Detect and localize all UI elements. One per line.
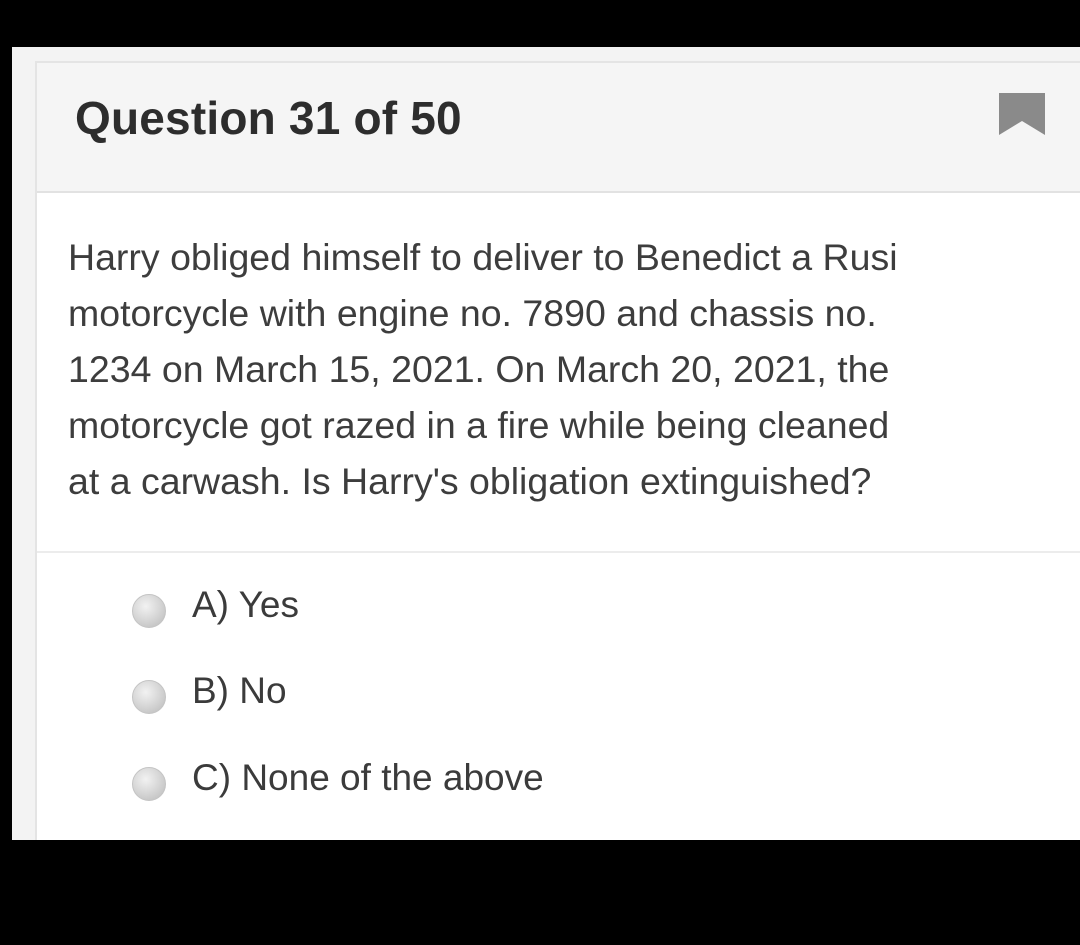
question-card: Question 31 of 50 Harry obliged himself … (35, 61, 1080, 840)
question-text-line: Harry obliged himself to deliver to Bene… (68, 236, 898, 278)
bookmark-icon[interactable] (997, 91, 1047, 137)
option-a-radio[interactable] (132, 594, 166, 628)
option-c-radio[interactable] (132, 767, 166, 801)
option-b-label: B) No (192, 670, 287, 711)
question-header: Question 31 of 50 (37, 63, 1080, 193)
option-a[interactable]: A) Yes (132, 576, 832, 636)
question-text-line: motorcycle with engine no. 7890 and chas… (68, 292, 877, 334)
option-c-label: C) None of the above (192, 757, 544, 798)
answer-options: A) Yes B) No C) None of the above (37, 553, 1080, 840)
option-b[interactable]: B) No (132, 662, 832, 722)
question-number-title: Question 31 of 50 (75, 92, 462, 144)
quiz-page: Question 31 of 50 Harry obliged himself … (12, 47, 1080, 840)
option-a-label: A) Yes (192, 584, 299, 625)
question-text-line: at a carwash. Is Harry's obligation exti… (68, 460, 872, 502)
screenshot-frame: Question 31 of 50 Harry obliged himself … (0, 0, 1080, 945)
question-body: Harry obliged himself to deliver to Bene… (37, 193, 1080, 553)
option-c[interactable]: C) None of the above (132, 749, 832, 809)
bookmark-icon-shape (999, 93, 1045, 135)
question-text-line: 1234 on March 15, 2021. On March 20, 202… (68, 348, 890, 390)
option-b-radio[interactable] (132, 680, 166, 714)
question-text: Harry obliged himself to deliver to Bene… (68, 229, 1068, 509)
question-text-line: motorcycle got razed in a fire while bei… (68, 404, 890, 446)
